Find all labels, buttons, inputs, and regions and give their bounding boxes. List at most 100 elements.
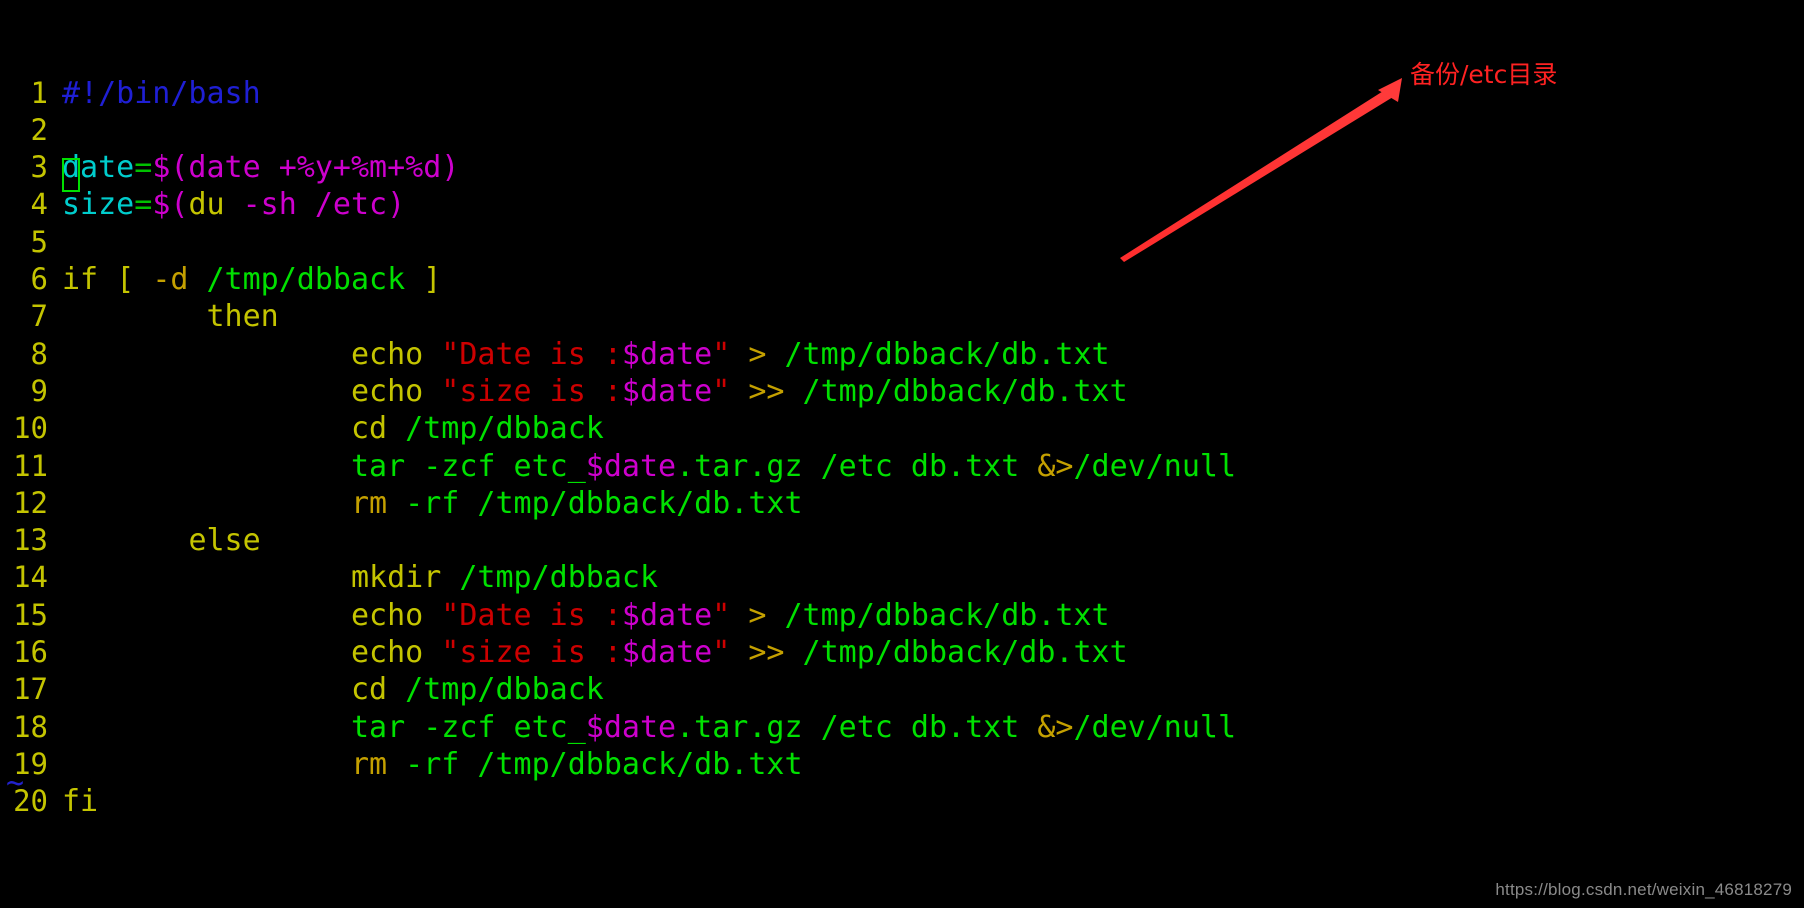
code-token: "	[712, 373, 731, 409]
code-token: $date	[621, 597, 713, 633]
code-token: $date	[621, 635, 713, 671]
line-number: 8	[30, 336, 48, 371]
line-text: rm -rf /tmp/dbback/db.txt	[62, 485, 803, 522]
code-line[interactable]: 19 rm -rf /tmp/dbback/db.txt	[0, 746, 1804, 783]
screenshot-root: 1 #!/bin/bash 2 3 date=$(date +%y+%m+%d) 4 siz…	[0, 0, 1804, 908]
text-cursor	[62, 158, 80, 192]
code-line[interactable]: 14 mkdir /tmp/dbback	[0, 559, 1804, 596]
code-token: $date	[621, 336, 713, 372]
code-line[interactable]: 3 date=$(date +%y+%m+%d)	[0, 149, 1804, 186]
code-token: .tar.gz /etc db.txt	[676, 448, 1038, 484]
code-token: cd	[350, 672, 388, 708]
line-text: rm -rf /tmp/dbback/db.txt	[62, 746, 803, 783]
line-text: size=$(du -sh /etc)	[62, 186, 405, 223]
line-text: mkdir /tmp/dbback	[62, 559, 658, 596]
line-text: tar -zcf etc_$date.tar.gz /etc db.txt &>…	[62, 448, 1236, 485]
line-number: 11	[13, 448, 48, 483]
code-token: -rf /tmp/dbback/db.txt	[405, 746, 803, 782]
code-token: size	[62, 187, 135, 223]
code-token: /tmp/dbback	[405, 411, 604, 447]
code-line[interactable]: 5	[0, 224, 1804, 261]
code-editor[interactable]: 1 #!/bin/bash 2 3 date=$(date +%y+%m+%d) 4 siz…	[0, 0, 1804, 908]
code-line[interactable]: 11 tar -zcf etc_$date.tar.gz /etc db.txt…	[0, 448, 1804, 485]
code-line[interactable]: 12 rm -rf /tmp/dbback/db.txt	[0, 485, 1804, 522]
code-token: then	[206, 299, 279, 335]
code-token: "	[712, 597, 731, 633]
code-token: du	[188, 187, 225, 223]
code-token: "	[712, 635, 731, 671]
code-line[interactable]: 6 if [ -d /tmp/dbback ]	[0, 261, 1804, 298]
code-token: echo	[350, 373, 424, 409]
code-line[interactable]: 8 echo "Date is :$date" > /tmp/dbback/db…	[0, 336, 1804, 373]
code-line[interactable]: 18 tar -zcf etc_$date.tar.gz /etc db.txt…	[0, 709, 1804, 746]
code-token: =	[134, 187, 153, 223]
code-token: echo	[350, 597, 424, 633]
code-token: echo	[350, 336, 424, 372]
line-text: #!/bin/bash	[62, 75, 261, 112]
line-number: 15	[13, 597, 48, 632]
code-token: "Date is :	[441, 336, 622, 372]
code-token: "size is :	[441, 373, 622, 409]
line-number: 6	[30, 262, 48, 297]
line-text: fi	[62, 783, 98, 820]
code-token: #!/bin/bash	[62, 75, 261, 111]
code-token: $date	[621, 373, 713, 409]
line-number: 18	[13, 709, 48, 744]
code-token: else	[188, 523, 261, 559]
code-token: >>	[748, 373, 785, 409]
code-token: /tmp/dbback/db.txt	[802, 373, 1128, 409]
code-line[interactable]: 7 then	[0, 298, 1804, 335]
code-token: /dev/null	[1073, 709, 1237, 745]
code-token: [	[116, 262, 135, 298]
code-line[interactable]: 15 echo "Date is :$date" > /tmp/dbback/d…	[0, 597, 1804, 634]
code-token: >>	[748, 635, 785, 671]
code-token: mkdir	[350, 560, 442, 596]
code-line[interactable]: 2	[0, 112, 1804, 149]
code-line[interactable]: 16 echo "size is :$date" >> /tmp/dbback/…	[0, 634, 1804, 671]
line-text: else	[62, 522, 261, 559]
line-number: 3	[30, 150, 48, 185]
code-token: =	[134, 150, 153, 186]
line-number: 13	[13, 523, 48, 558]
code-token: -sh /etc)	[242, 187, 406, 223]
code-token: /tmp/dbback	[459, 560, 659, 596]
code-token: $date	[585, 448, 677, 484]
line-number: 2	[30, 112, 48, 147]
code-token: $(date +%y+%m+%d)	[152, 150, 460, 186]
code-token: -rf /tmp/dbback/db.txt	[405, 485, 803, 521]
line-number: 16	[13, 635, 48, 670]
line-number: 9	[30, 373, 48, 408]
code-token: .tar.gz /etc db.txt	[676, 709, 1038, 745]
line-text: if [ -d /tmp/dbback ]	[62, 261, 441, 298]
code-line[interactable]: 4 size=$(du -sh /etc)	[0, 186, 1804, 223]
code-line[interactable]: 20 fi	[0, 783, 1804, 820]
line-text: echo "Date is :$date" > /tmp/dbback/db.t…	[62, 597, 1110, 634]
code-line[interactable]: 9 echo "size is :$date" >> /tmp/dbback/d…	[0, 373, 1804, 410]
code-token: >	[748, 597, 767, 633]
code-token: cd	[350, 411, 388, 447]
code-line[interactable]: 10 cd /tmp/dbback	[0, 410, 1804, 447]
code-line[interactable]: 13 else	[0, 522, 1804, 559]
code-token: >	[748, 336, 767, 372]
code-token: rm	[350, 485, 388, 521]
code-line[interactable]: 17 cd /tmp/dbback	[0, 671, 1804, 708]
